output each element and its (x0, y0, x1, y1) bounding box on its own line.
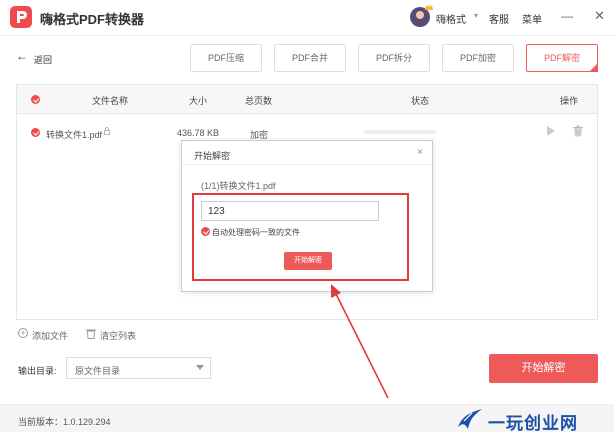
annotation-arrow-icon (331, 284, 389, 399)
